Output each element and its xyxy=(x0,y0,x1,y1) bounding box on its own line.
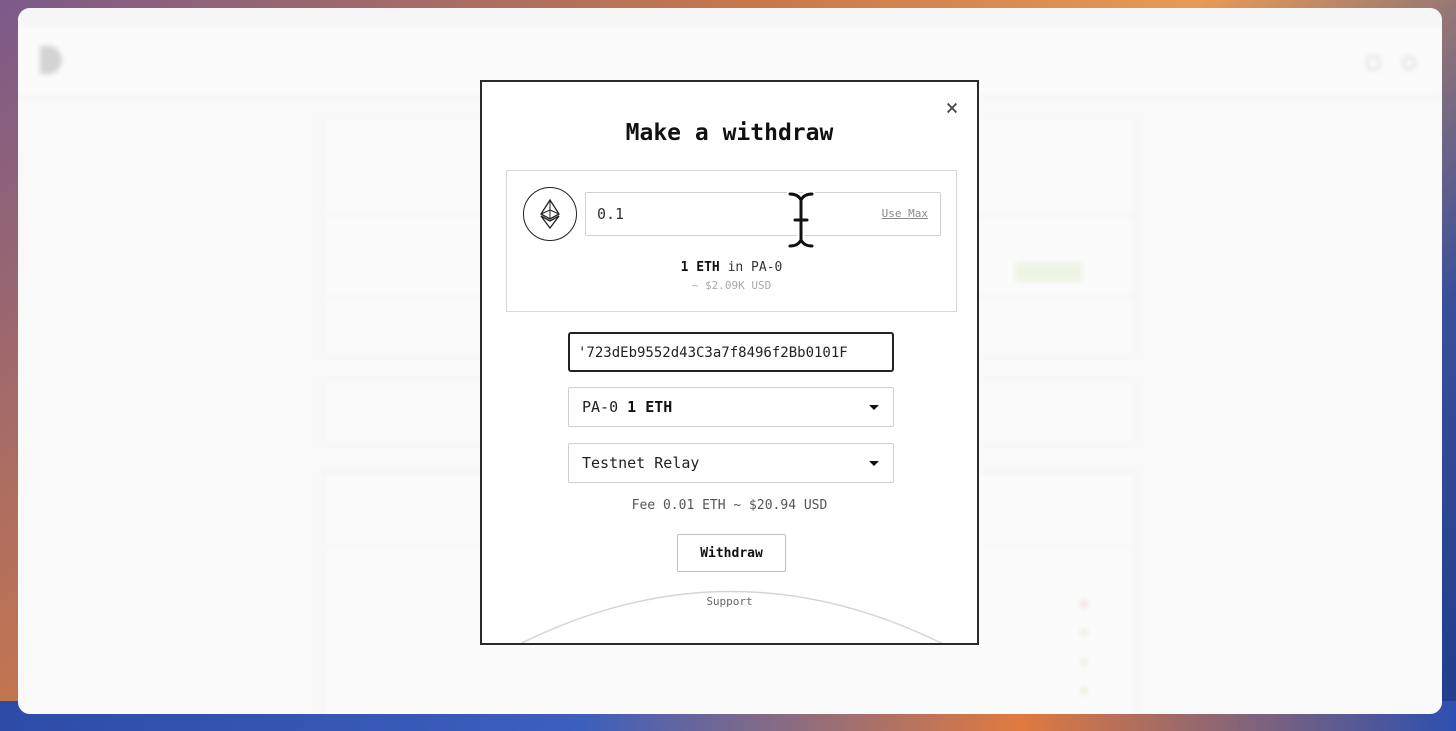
relay-select-value: Testnet Relay xyxy=(582,454,700,472)
balance-usd: ~ $2.09K USD xyxy=(691,279,772,292)
select-account-amount: 1 ETH xyxy=(627,398,673,416)
chevron-down-icon xyxy=(869,461,879,466)
ethereum-icon xyxy=(523,187,577,241)
use-max-link[interactable]: Use Max xyxy=(882,207,928,220)
text-cursor-icon xyxy=(786,190,816,250)
modal-title: Make a withdraw xyxy=(625,120,834,146)
recipient-address-input[interactable] xyxy=(578,343,884,363)
support-link[interactable]: Support xyxy=(482,595,977,608)
browser-window: × Make a withdraw Use Max 1 ETH in PA- xyxy=(18,8,1442,714)
amount-field[interactable]: Use Max xyxy=(585,192,941,236)
amount-panel: Use Max 1 ETH in PA-0 ~ $2.09K USD xyxy=(506,170,957,312)
withdraw-button[interactable]: Withdraw xyxy=(677,534,786,572)
balance-account: in PA-0 xyxy=(727,260,783,275)
close-icon[interactable]: × xyxy=(941,98,963,120)
balance-line: 1 ETH in PA-0 xyxy=(507,260,956,275)
pool-account-select[interactable]: PA-0 1 ETH xyxy=(568,387,894,427)
chevron-down-icon xyxy=(869,405,879,410)
withdraw-modal: × Make a withdraw Use Max 1 ETH in PA- xyxy=(480,80,979,645)
balance-amount: 1 ETH xyxy=(680,260,720,275)
relay-select[interactable]: Testnet Relay xyxy=(568,443,894,483)
pool-account-select-value: PA-0 1 ETH xyxy=(582,398,672,416)
recipient-address-field[interactable] xyxy=(568,332,894,372)
select-account-label: PA-0 xyxy=(582,398,619,416)
fee-text: Fee 0.01 ETH ~ $20.94 USD xyxy=(631,498,828,513)
